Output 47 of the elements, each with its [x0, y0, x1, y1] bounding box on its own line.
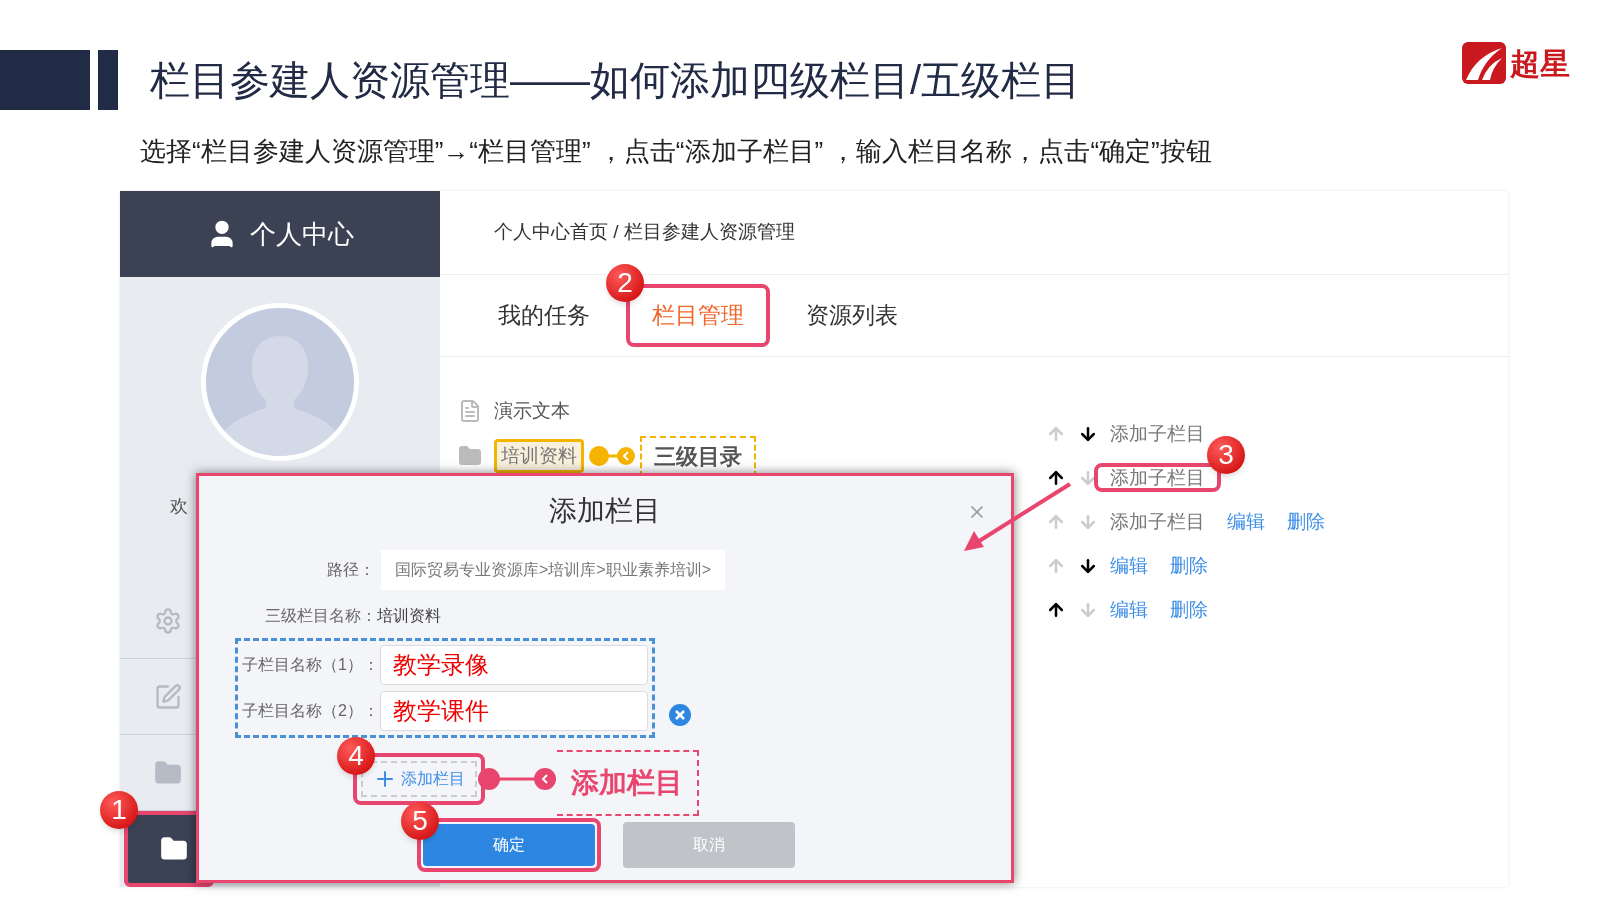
connector-line: [588, 445, 636, 467]
action-link[interactable]: 编辑: [1110, 554, 1148, 576]
field-label: 子栏目名称（2）：: [242, 701, 380, 721]
add-subcolumn-link[interactable]: 添加子栏目: [1110, 422, 1205, 444]
greeting-text: 欢: [170, 495, 189, 518]
action-link[interactable]: 编辑: [1227, 510, 1265, 532]
field-label: 子栏目名称（1）：: [242, 655, 380, 675]
move-down-icon[interactable]: [1078, 556, 1098, 576]
remove-icon[interactable]: [669, 704, 691, 726]
action-link[interactable]: 删除: [1287, 510, 1325, 532]
add-subcolumn-link[interactable]: 添加子栏目: [1110, 510, 1205, 532]
action-link[interactable]: 删除: [1170, 598, 1208, 620]
callout-label: 添加栏目: [557, 750, 699, 816]
tree-item[interactable]: 培训资料: [494, 438, 584, 474]
slide-title: 栏目参建人资源管理——如何添加四级栏目/五级栏目: [150, 57, 1082, 104]
parent-column-name: 培训资料: [377, 606, 441, 626]
path-field: 国际贸易专业资源库>培训库>职业素养培训>: [381, 550, 726, 590]
logo-text: 超星: [1510, 44, 1570, 83]
subcolumn-name-input[interactable]: 教学课件: [380, 691, 648, 731]
folder-icon: [154, 758, 182, 787]
logo-icon: [1462, 42, 1506, 84]
gear-icon: [154, 606, 182, 635]
move-down-icon[interactable]: [1078, 424, 1098, 444]
dialog-title: 添加栏目: [549, 494, 661, 528]
folder-icon: [160, 835, 188, 863]
step-number-badge: 4: [337, 737, 375, 775]
title-bar-block: [98, 50, 118, 110]
edit-icon: [154, 682, 182, 711]
field-label: 三级栏目名称：: [265, 606, 377, 626]
document-icon: [458, 399, 482, 424]
action-link[interactable]: 编辑: [1110, 598, 1148, 620]
sidebar-title: 个人中心: [250, 217, 354, 251]
action-link[interactable]: 删除: [1170, 554, 1208, 576]
step-number-badge: 5: [401, 802, 439, 840]
step-number-badge: 2: [606, 264, 644, 303]
field-label: 路径：: [326, 560, 375, 580]
folder-icon: [458, 444, 482, 468]
instruction-text: 选择“栏目参建人资源管理”→“栏目管理” ，点击“添加子栏目” ，输入栏目名称，点击“确定”按钮: [140, 135, 1213, 168]
tab[interactable]: 我的任务: [482, 284, 606, 347]
subcolumn-name-input[interactable]: 教学录像: [380, 645, 648, 685]
tree-item[interactable]: 演示文本: [494, 397, 570, 426]
move-up-icon[interactable]: [1046, 468, 1066, 488]
step-number-badge: 3: [1207, 435, 1245, 474]
tab[interactable]: 资源列表: [790, 284, 914, 347]
move-up-icon[interactable]: [1046, 600, 1066, 620]
breadcrumb: 个人中心首页 / 栏目参建人资源管理: [494, 220, 795, 245]
step-number-badge: 1: [100, 791, 138, 829]
